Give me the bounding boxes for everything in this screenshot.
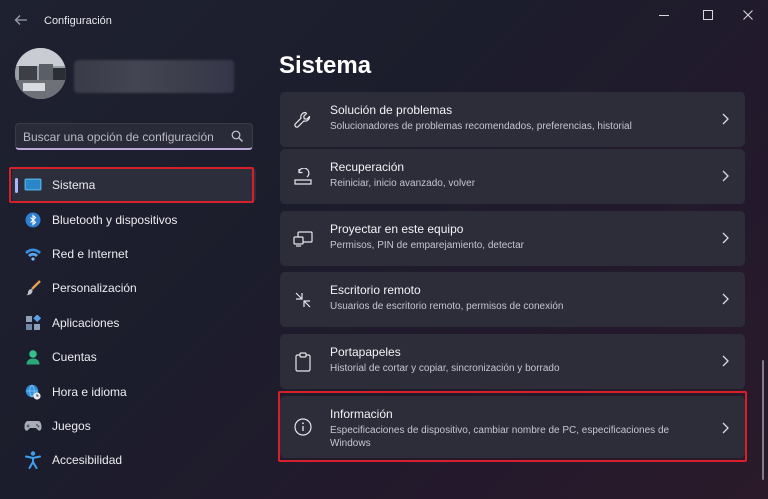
card-proyectar[interactable]: Proyectar en este equipo Permisos, PIN d…: [280, 211, 745, 266]
card-description: Usuarios de escritorio remoto, permisos …: [330, 301, 564, 312]
highlight-box-informacion: [278, 391, 747, 462]
card-title: Solución de problemas: [330, 103, 453, 117]
project-icon: [293, 229, 313, 249]
search-box[interactable]: [15, 123, 253, 150]
sidebar-item-hora[interactable]: Hora e idioma: [12, 374, 256, 408]
minimize-icon: [659, 15, 669, 16]
search-input[interactable]: [23, 128, 223, 146]
avatar[interactable]: [15, 48, 66, 99]
maximize-button[interactable]: [688, 4, 728, 26]
app-title: Configuración: [44, 15, 112, 27]
sidebar-item-label: Accesibilidad: [52, 453, 123, 468]
sidebar-item-juegos[interactable]: Juegos: [12, 409, 256, 443]
back-button[interactable]: [10, 9, 32, 31]
sidebar-item-accesibilidad[interactable]: Accesibilidad: [12, 443, 256, 477]
card-escritorio-remoto[interactable]: Escritorio remoto Usuarios de escritorio…: [280, 272, 745, 327]
chevron-right-icon: [722, 113, 729, 125]
user-name-blurred: [74, 60, 234, 93]
highlight-box-sistema: [9, 167, 254, 203]
avatar-photo: [15, 48, 66, 99]
gamepad-icon: [24, 417, 42, 435]
search-icon[interactable]: [231, 130, 244, 143]
card-title: Portapapeles: [330, 345, 401, 359]
person-icon: [24, 348, 42, 366]
card-description: Reiniciar, inicio avanzado, volver: [330, 178, 476, 189]
card-description: Historial de cortar y copiar, sincroniza…: [330, 363, 560, 374]
sidebar-item-bluetooth[interactable]: Bluetooth y dispositivos: [12, 202, 256, 236]
sidebar-item-label: Hora e idioma: [52, 384, 127, 399]
maximize-icon: [703, 10, 713, 20]
close-button[interactable]: [728, 4, 768, 26]
card-portapapeles[interactable]: Portapapeles Historial de cortar y copia…: [280, 334, 745, 389]
chevron-right-icon: [722, 232, 729, 244]
clipboard-icon: [293, 352, 313, 372]
sidebar-item-label: Cuentas: [52, 350, 97, 365]
card-description: Solucionadores de problemas recomendados…: [330, 121, 632, 132]
title-bar: Configuración: [0, 0, 768, 40]
sidebar-item-label: Aplicaciones: [52, 315, 120, 330]
paint-brush-icon: [24, 279, 42, 297]
card-title: Escritorio remoto: [330, 283, 421, 297]
card-solucion-problemas[interactable]: Solución de problemas Solucionadores de …: [280, 92, 745, 147]
apps-icon: [24, 314, 42, 332]
remote-desktop-icon: [293, 290, 313, 310]
card-recuperacion[interactable]: Recuperación Reiniciar, inicio avanzado,…: [280, 149, 745, 204]
wrench-icon: [293, 110, 313, 130]
sidebar-item-red[interactable]: Red e Internet: [12, 237, 256, 271]
accessibility-icon: [24, 451, 42, 470]
close-icon: [743, 10, 753, 20]
bluetooth-icon: [24, 211, 42, 229]
sidebar-nav: Sistema Bluetooth y dispositivos Red e I…: [12, 168, 256, 478]
sidebar-item-label: Red e Internet: [52, 246, 129, 261]
recovery-icon: [293, 167, 313, 187]
sidebar-item-personalizacion[interactable]: Personalización: [12, 271, 256, 305]
chevron-right-icon: [722, 293, 729, 305]
card-title: Recuperación: [330, 160, 405, 174]
sidebar-item-label: Bluetooth y dispositivos: [52, 212, 178, 227]
sidebar-item-label: Juegos: [52, 418, 91, 433]
sidebar-item-label: Personalización: [52, 281, 137, 296]
sidebar-item-cuentas[interactable]: Cuentas: [12, 340, 256, 374]
back-arrow-icon: [14, 15, 27, 25]
wifi-icon: [24, 245, 42, 263]
minimize-button[interactable]: [644, 4, 684, 26]
sidebar-item-aplicaciones[interactable]: Aplicaciones: [12, 306, 256, 340]
scrollbar-thumb[interactable]: [762, 360, 764, 480]
globe-clock-icon: [24, 383, 42, 401]
page-title: Sistema: [279, 52, 372, 79]
card-description: Permisos, PIN de emparejamiento, detecta…: [330, 240, 524, 251]
chevron-right-icon: [722, 170, 729, 182]
card-title: Proyectar en este equipo: [330, 222, 464, 236]
chevron-right-icon: [722, 355, 729, 367]
